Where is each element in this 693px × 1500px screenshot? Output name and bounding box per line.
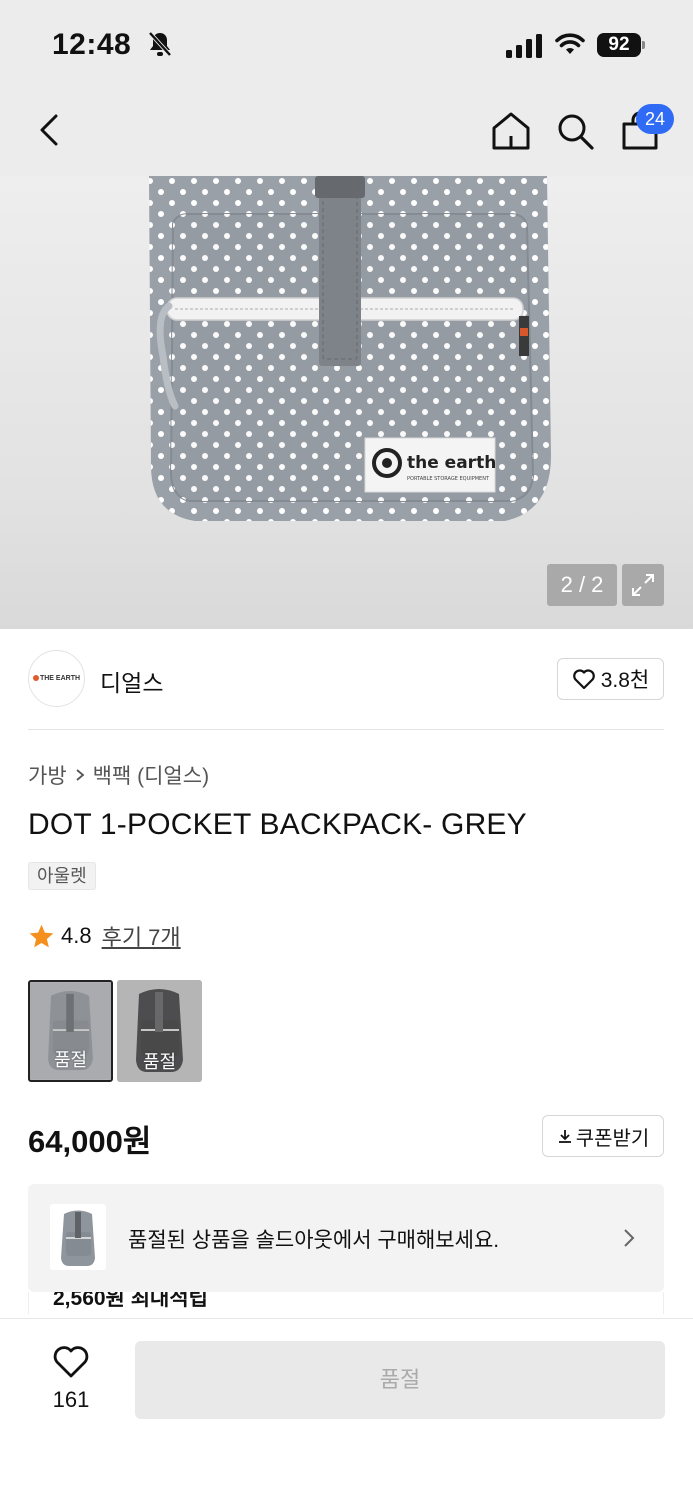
option-soldout-label: 품절 [142,1052,177,1072]
bottom-action-bar: 161 품절 [0,1318,693,1500]
breadcrumb-category[interactable]: 가방 [28,760,67,790]
search-icon[interactable] [554,110,596,152]
cart-badge: 24 [636,104,674,134]
product-image: the earth PORTABLE STORAGE EQUIPMENT [149,176,551,521]
chevron-right-icon [76,769,85,781]
option-thumb-grey[interactable]: 품절 [28,980,113,1082]
review-link[interactable]: 후기 7개 [102,920,181,952]
backpack-thumbnail [61,1210,95,1266]
rating-row: 4.8 후기 7개 [28,920,181,952]
top-nav: 24 [0,92,693,176]
heart-outline-icon [53,1346,89,1378]
chevron-right-icon [624,1229,635,1247]
wishlist-count: 161 [52,1387,90,1412]
patch-brand-text: the earth [407,453,496,473]
soldout-banner[interactable]: 품절된 상품을 솔드아웃에서 구매해보세요. [28,1184,664,1292]
signal-icon [506,34,542,58]
wishlist-button[interactable]: 161 [40,1343,102,1413]
back-icon[interactable] [32,112,68,148]
battery-tip [642,41,645,49]
option-soldout-label: 품절 [53,1050,88,1070]
image-page-indicator: 2 / 2 [547,564,617,606]
outlet-tag: 아울렛 [28,862,96,890]
brand-like-count: 3.8천 [600,669,650,692]
brand-logo-wordmark: THE EARTH [32,675,80,682]
coupon-label: 쿠폰받기 [575,1127,650,1150]
star-icon [29,924,54,947]
breadcrumb: 가방 백팩 (디얼스) [28,760,209,790]
brand-like-button[interactable]: 3.8천 [557,658,664,700]
brand-name[interactable]: 디얼스 [100,664,163,698]
soldout-banner-text: 품절된 상품을 솔드아웃에서 구매해보세요. [128,1229,500,1252]
wifi-icon [555,33,585,54]
status-bar: 12:48 92 [0,0,693,92]
heart-outline-icon [572,669,595,690]
status-time: 12:48 [52,28,132,61]
max-points-text: 2,560원 최대적립 [53,1292,208,1310]
brand-logo[interactable]: THE EARTH [28,650,85,707]
rating-value: 4.8 [61,923,92,948]
soldout-purchase-button[interactable]: 품절 [135,1341,665,1419]
patch-sub-text: PORTABLE STORAGE EQUIPMENT [407,476,490,482]
bell-mute-icon [148,31,172,57]
download-icon [558,1130,571,1143]
battery-indicator: 92 [597,33,645,57]
banner-thumbnail [50,1204,106,1270]
breadcrumb-subcategory[interactable]: 백팩 (디얼스) [93,760,209,790]
product-price: 64,000원 [28,1124,152,1159]
expand-icon[interactable] [622,564,664,606]
coupon-button[interactable]: 쿠폰받기 [542,1115,664,1157]
home-icon[interactable] [490,110,532,152]
divider [28,729,664,730]
product-image-gallery[interactable]: the earth PORTABLE STORAGE EQUIPMENT 2 /… [0,176,693,629]
product-title: DOT 1-POCKET BACKPACK- GREY [28,808,527,841]
points-row: 2,560원 최대적립 [28,1292,664,1314]
option-thumb-black[interactable]: 품절 [117,980,202,1082]
battery-level: 92 [597,33,641,57]
